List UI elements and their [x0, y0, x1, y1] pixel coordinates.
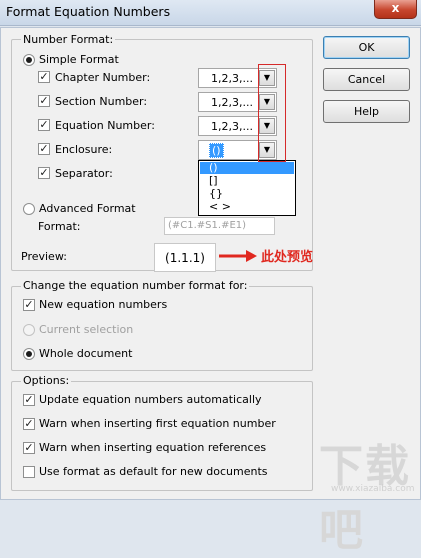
- chapter-number-checkbox[interactable]: ✓: [38, 71, 50, 83]
- option-checkbox[interactable]: ✓: [23, 394, 35, 406]
- check-icon: ✓: [39, 94, 49, 107]
- window-title: Format Equation Numbers: [6, 4, 171, 19]
- enclosure-label: Enclosure:: [55, 143, 113, 156]
- highlight-box: [258, 64, 286, 162]
- option-checkbox[interactable]: [23, 466, 35, 478]
- enclosure-option[interactable]: []: [209, 174, 218, 187]
- section-number-value: 1,2,3,...: [211, 96, 253, 109]
- current-selection-label: Current selection: [39, 323, 134, 336]
- watermark-logo: 下载吧: [319, 441, 411, 556]
- chapter-number-value: 1,2,3,...: [211, 72, 253, 85]
- enclosure-dropdown: () [] {} < >: [198, 160, 296, 216]
- number-format-legend: Number Format:: [21, 33, 116, 46]
- advanced-format-label: Advanced Format: [39, 202, 136, 215]
- close-button[interactable]: x: [374, 0, 417, 19]
- format-label: Format:: [38, 220, 81, 233]
- dialog-body: Number Format: Simple Format ✓ Chapter N…: [0, 27, 421, 556]
- preview-box: (1.1.1): [154, 243, 216, 272]
- preview-label: Preview:: [21, 250, 67, 263]
- advanced-format-radio[interactable]: [23, 203, 35, 215]
- check-icon: ✓: [24, 298, 34, 311]
- help-button[interactable]: Help: [323, 100, 410, 123]
- option-label: Use format as default for new documents: [39, 465, 268, 478]
- equation-number-label: Equation Number:: [55, 119, 155, 132]
- cancel-button[interactable]: Cancel: [323, 68, 410, 91]
- simple-format-label: Simple Format: [39, 53, 119, 66]
- enclosure-option[interactable]: < >: [209, 200, 231, 213]
- check-icon: ✓: [39, 142, 49, 155]
- new-equation-numbers-label: New equation numbers: [39, 298, 168, 311]
- watermark-url: www.xiazaiba.com: [331, 484, 415, 494]
- section-number-checkbox[interactable]: ✓: [38, 95, 50, 107]
- preview-annotation: 此处预览: [261, 250, 314, 265]
- section-number-label: Section Number:: [55, 95, 148, 108]
- option-label: Warn when inserting first equation numbe…: [39, 417, 276, 430]
- enclosure-option[interactable]: (): [209, 161, 218, 174]
- arrow-right-icon: [219, 250, 257, 262]
- whole-document-label: Whole document: [39, 347, 133, 360]
- option-checkbox[interactable]: ✓: [23, 442, 35, 454]
- equation-number-checkbox[interactable]: ✓: [38, 119, 50, 131]
- equation-number-value: 1,2,3,...: [211, 120, 253, 133]
- option-label: Update equation numbers automatically: [39, 393, 262, 406]
- option-checkbox[interactable]: ✓: [23, 418, 35, 430]
- change-for-legend: Change the equation number format for:: [21, 279, 250, 292]
- format-input[interactable]: (#C1.#S1.#E1): [164, 217, 275, 235]
- close-icon: x: [391, 1, 400, 15]
- enclosure-value: (): [209, 143, 224, 158]
- separator-label: Separator:: [55, 167, 113, 180]
- check-icon: ✓: [39, 70, 49, 83]
- option-label: Warn when inserting equation references: [39, 441, 267, 454]
- enclosure-checkbox[interactable]: ✓: [38, 143, 50, 155]
- title-bar: Format Equation Numbers x: [0, 0, 421, 26]
- check-icon: ✓: [24, 417, 34, 430]
- separator-checkbox[interactable]: ✓: [38, 167, 50, 179]
- simple-format-radio[interactable]: [23, 54, 35, 66]
- new-equation-numbers-checkbox[interactable]: ✓: [23, 299, 35, 311]
- check-icon: ✓: [24, 441, 34, 454]
- check-icon: ✓: [39, 166, 49, 179]
- current-selection-radio[interactable]: [23, 324, 35, 336]
- check-icon: ✓: [39, 118, 49, 131]
- ok-button[interactable]: OK: [323, 36, 410, 59]
- options-legend: Options:: [21, 374, 72, 387]
- enclosure-option[interactable]: {}: [209, 187, 223, 200]
- whole-document-radio[interactable]: [23, 348, 35, 360]
- chapter-number-label: Chapter Number:: [55, 71, 151, 84]
- check-icon: ✓: [24, 393, 34, 406]
